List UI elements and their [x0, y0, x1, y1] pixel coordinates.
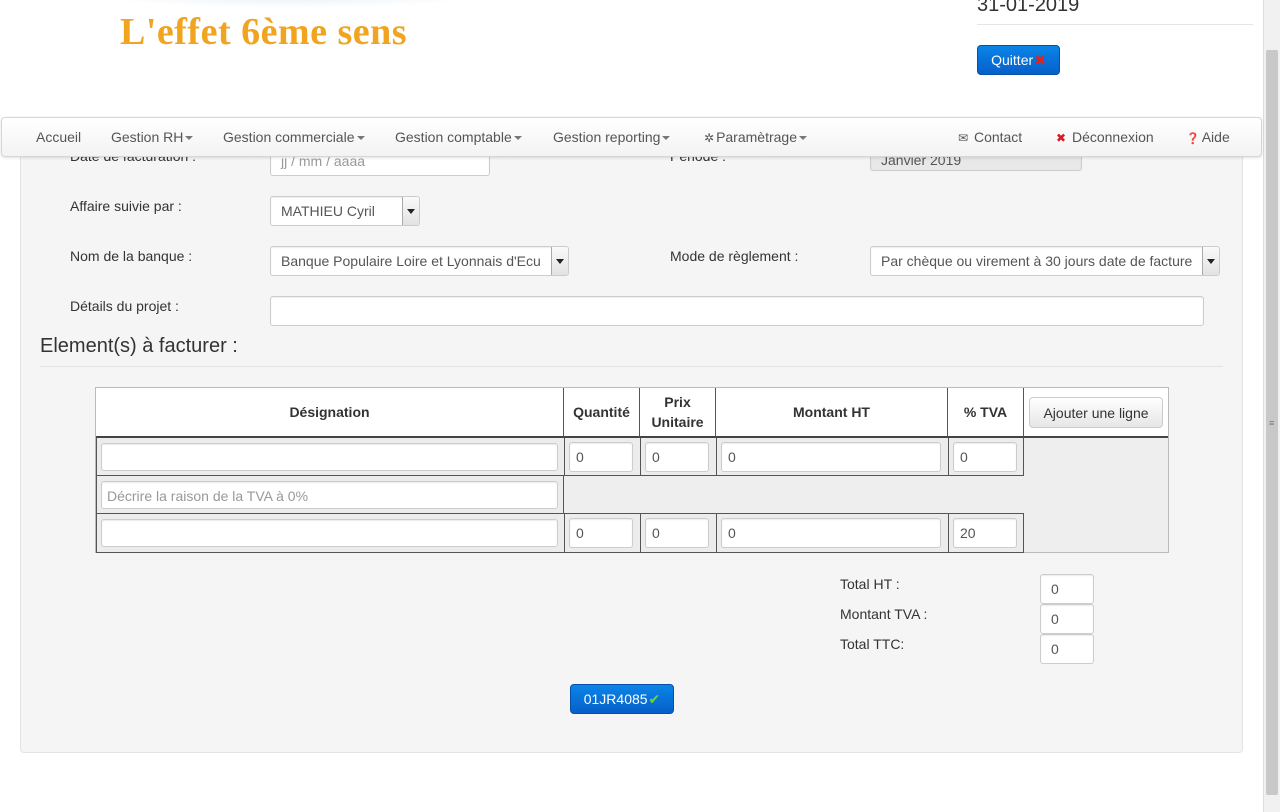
column-divider [640, 438, 641, 476]
total-ttc-field[interactable]: 0 [1040, 634, 1094, 664]
affaire-selected-value: MATHIEU Cyril [281, 203, 375, 219]
column-divider [948, 513, 949, 553]
caret-down-icon [662, 136, 671, 141]
nav-item-gestion-rh[interactable]: Gestion RH [111, 129, 194, 145]
caret-down-icon [799, 136, 807, 141]
column-header-prix-unitaire: Prix Unitaire [640, 388, 716, 438]
column-header-tva: % TVA [948, 388, 1024, 438]
montant-ht-input[interactable]: 0 [721, 442, 941, 472]
nav-item-parametrage[interactable]: ✲ Paramètrage [704, 129, 807, 145]
nav-item-contact[interactable]: ✉ Contact [958, 129, 1022, 145]
nav-item-label: Gestion reporting [553, 129, 661, 145]
caret-down-icon [185, 136, 194, 141]
column-divider [716, 438, 717, 476]
nav-item-gestion-comptable[interactable]: Gestion comptable [395, 129, 522, 145]
chevron-down-icon [551, 247, 568, 275]
add-line-button[interactable]: Ajouter une ligne [1029, 397, 1163, 428]
nav-item-deconnexion[interactable]: ✖ Déconnexion [1056, 129, 1154, 145]
items-section-title: Element(s) à facturer : [40, 335, 238, 357]
nav-item-gestion-reporting[interactable]: Gestion reporting [553, 129, 671, 145]
caret-down-icon [356, 136, 365, 141]
total-ttc-label: Total TTC: [840, 636, 905, 652]
close-icon: ✖ [1056, 131, 1067, 145]
banque-label: Nom de la banque : [70, 248, 193, 264]
scrollbar-grip-icon: ≡ [1269, 418, 1275, 428]
designation-input[interactable] [101, 443, 558, 471]
envelope-icon: ✉ [958, 131, 969, 145]
designation-input[interactable] [101, 519, 558, 547]
column-header-montant-ht: Montant HT [716, 388, 948, 438]
nav-item-gestion-commerciale[interactable]: Gestion commerciale [223, 129, 365, 145]
affaire-select[interactable]: MATHIEU Cyril [270, 196, 420, 226]
tva-input[interactable]: 20 [953, 518, 1017, 548]
nav-item-label: Contact [973, 129, 1023, 145]
montant-tva-label: Montant TVA : [840, 606, 928, 622]
nav-item-accueil[interactable]: Accueil [36, 129, 81, 145]
total-ht-label: Total HT : [840, 576, 900, 592]
chevron-down-icon [402, 197, 419, 225]
details-projet-label: Détails du projet : [70, 298, 179, 314]
column-header-quantite: Quantité [564, 388, 640, 438]
column-header-designation: Désignation [96, 388, 564, 438]
gear-icon: ✲ [704, 131, 715, 145]
banque-selected-value: Banque Populaire Loire et Lyonnais d'Ecu [281, 253, 541, 269]
column-divider [640, 513, 641, 553]
nav-item-label: Accueil [36, 129, 82, 145]
close-icon: ✖ [1034, 51, 1046, 68]
submit-button-label: 01JR4085 [583, 691, 648, 707]
nav-item-label: Gestion RH [111, 129, 184, 145]
date-divider [977, 24, 1253, 25]
nav-item-label: Paramètrage [716, 129, 797, 145]
quantite-input[interactable]: 0 [569, 442, 633, 472]
column-divider [564, 513, 565, 553]
logo-decoration [90, 0, 490, 8]
mode-reglement-label: Mode de règlement : [670, 248, 799, 264]
nav-item-label: Gestion comptable [395, 129, 512, 145]
quit-button[interactable]: Quitter ✖ [977, 45, 1060, 75]
montant-ht-input[interactable]: 0 [721, 518, 941, 548]
nav-item-label: Gestion commerciale [223, 129, 355, 145]
section-divider [40, 366, 1223, 367]
items-table: Désignation Quantité Prix Unitaire Monta… [95, 387, 1169, 553]
banque-select[interactable]: Banque Populaire Loire et Lyonnais d'Ecu [270, 246, 569, 276]
tva-input[interactable]: 0 [953, 442, 1017, 472]
nav-item-aide[interactable]: ❓ Aide [1186, 129, 1230, 145]
tva-reason-input[interactable]: Décrire la raison de la TVA à 0% [101, 481, 558, 509]
submit-invoice-button[interactable]: 01JR4085 ✔ [570, 684, 674, 714]
caret-down-icon [513, 136, 522, 141]
column-divider [716, 513, 717, 553]
quantite-input[interactable]: 0 [569, 518, 633, 548]
mode-reglement-selected-value: Par chèque ou virement à 30 jours date d… [881, 253, 1193, 269]
prix-unitaire-input[interactable]: 0 [645, 518, 709, 548]
quit-button-label: Quitter [991, 52, 1034, 68]
mode-reglement-select[interactable]: Par chèque ou virement à 30 jours date d… [870, 246, 1220, 276]
main-navbar: Accueil Gestion RH Gestion commerciale G… [1, 117, 1262, 157]
app-logo-text: L'effet 6ème sens [120, 11, 408, 53]
check-icon: ✔ [648, 690, 661, 707]
chevron-down-icon [1202, 247, 1219, 275]
montant-tva-field[interactable]: 0 [1040, 604, 1094, 634]
affaire-label: Affaire suivie par : [70, 198, 182, 214]
nav-item-label: Aide [1201, 129, 1230, 145]
vertical-scrollbar[interactable]: ≡ [1263, 0, 1280, 812]
question-circle-icon: ❓ [1186, 133, 1200, 145]
details-projet-input[interactable] [270, 296, 1204, 326]
column-divider [948, 438, 949, 476]
prix-unitaire-input[interactable]: 0 [645, 442, 709, 472]
current-date: 31-01-2019 [977, 0, 1080, 16]
total-ht-field[interactable]: 0 [1040, 574, 1094, 604]
nav-item-label: Déconnexion [1071, 129, 1154, 145]
column-divider [564, 438, 565, 476]
